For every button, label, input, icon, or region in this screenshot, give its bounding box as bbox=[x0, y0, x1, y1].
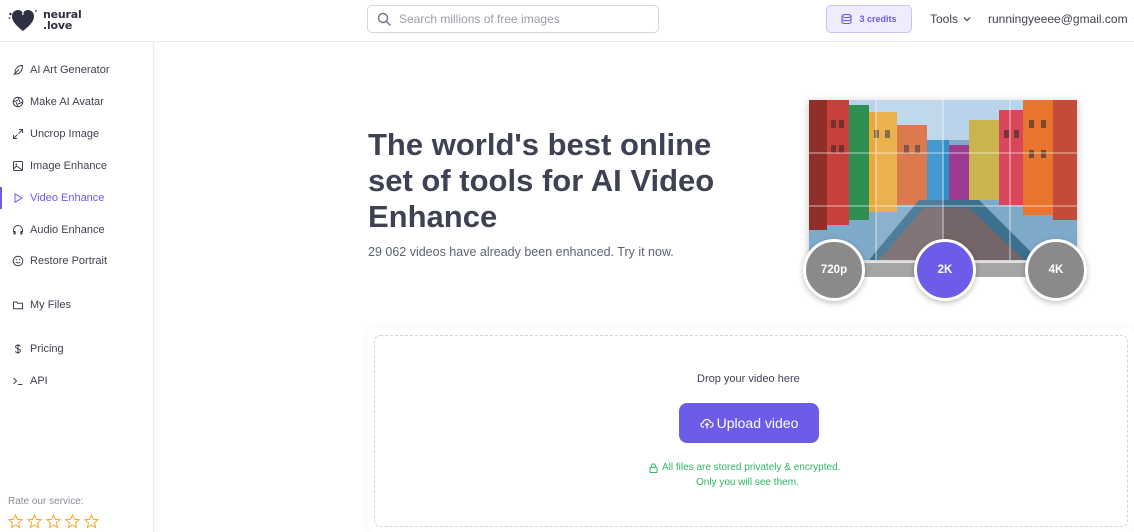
sidebar-item-image-enhance[interactable]: Image Enhance bbox=[0, 155, 153, 177]
rating-stars bbox=[8, 514, 103, 529]
security-note-line-2: Only you will see them. bbox=[696, 477, 799, 488]
canal-town-photo bbox=[809, 100, 1077, 260]
search-input[interactable] bbox=[399, 12, 639, 26]
sidebar-item-label: Restore Portrait bbox=[30, 255, 108, 267]
sidebar: AI Art Generator Make AI Avatar Uncrop I… bbox=[0, 42, 154, 532]
page-subtitle: 29 062 videos have already been enhanced… bbox=[368, 245, 674, 259]
sidebar-item-label: My Files bbox=[30, 299, 71, 311]
aperture-icon bbox=[12, 96, 24, 108]
cloud-upload-icon bbox=[700, 418, 714, 429]
sidebar-item-ai-art-generator[interactable]: AI Art Generator bbox=[0, 59, 153, 81]
star-icon[interactable] bbox=[46, 514, 61, 529]
tools-menu[interactable]: Tools bbox=[930, 12, 971, 26]
security-note-line-1: All files are stored privately & encrypt… bbox=[649, 462, 840, 473]
star-icon[interactable] bbox=[8, 514, 23, 529]
image-icon bbox=[13, 161, 23, 171]
sidebar-item-audio-enhance[interactable]: Audio Enhance bbox=[0, 219, 153, 241]
sidebar-item-label: Image Enhance bbox=[30, 160, 108, 172]
lock-icon bbox=[649, 462, 658, 473]
sidebar-item-label: Make AI Avatar bbox=[30, 96, 104, 108]
upload-button-label: Upload video bbox=[716, 415, 799, 431]
sidebar-item-uncrop-image[interactable]: Uncrop Image bbox=[0, 123, 153, 145]
account-menu[interactable]: runningyeeee@gmail.com bbox=[988, 12, 1134, 26]
expand-icon bbox=[13, 129, 23, 139]
brand-logo[interactable]: neural .love bbox=[8, 7, 82, 33]
credits-label: 3 credits bbox=[859, 14, 897, 24]
heart-logo-icon bbox=[8, 9, 37, 31]
folder-icon bbox=[13, 301, 23, 310]
top-header: neural .love 3 credits Tools runningyeee… bbox=[0, 0, 1134, 42]
sidebar-item-my-files[interactable]: My Files bbox=[0, 294, 153, 316]
chevron-down-icon bbox=[963, 17, 971, 22]
resolution-2k-option[interactable]: 2K bbox=[914, 239, 976, 301]
headphones-icon bbox=[13, 224, 23, 235]
sidebar-item-label: Audio Enhance bbox=[30, 224, 105, 236]
sidebar-item-label: AI Art Generator bbox=[30, 64, 110, 76]
drop-label: Drop your video here bbox=[697, 373, 800, 385]
upload-video-button[interactable]: Upload video bbox=[679, 403, 819, 443]
resolution-720p-option[interactable]: 720p bbox=[803, 239, 865, 301]
sidebar-item-api[interactable]: API bbox=[0, 370, 153, 392]
sidebar-item-label: API bbox=[30, 375, 48, 387]
star-icon[interactable] bbox=[27, 514, 42, 529]
security-note-text-1: All files are stored privately & encrypt… bbox=[662, 462, 841, 473]
brand-line-2: .love bbox=[43, 19, 73, 32]
sidebar-item-make-ai-avatar[interactable]: Make AI Avatar bbox=[0, 91, 153, 113]
credits-button[interactable]: 3 credits bbox=[826, 5, 912, 33]
dollar-icon bbox=[14, 344, 21, 354]
sidebar-item-video-enhance[interactable]: Video Enhance bbox=[0, 187, 153, 209]
sidebar-item-pricing[interactable]: Pricing bbox=[0, 338, 153, 360]
terminal-icon bbox=[13, 377, 23, 385]
star-icon[interactable] bbox=[65, 514, 80, 529]
page-title: The world's best online set of tools for… bbox=[368, 127, 715, 234]
coins-icon bbox=[841, 14, 853, 24]
sidebar-item-label: Pricing bbox=[30, 343, 64, 355]
sidebar-item-label: Video Enhance bbox=[30, 192, 105, 204]
tools-label: Tools bbox=[930, 12, 959, 26]
resolution-4k-option[interactable]: 4K bbox=[1025, 239, 1087, 301]
feather-icon bbox=[13, 64, 24, 76]
smile-icon bbox=[12, 255, 24, 267]
sidebar-item-label: Uncrop Image bbox=[30, 128, 100, 140]
star-icon[interactable] bbox=[84, 514, 99, 529]
search-icon bbox=[377, 12, 391, 26]
rate-label: Rate our service: bbox=[8, 496, 84, 507]
play-icon bbox=[14, 192, 23, 204]
sidebar-item-restore-portrait[interactable]: Restore Portrait bbox=[0, 250, 153, 272]
account-email: runningyeeee@gmail.com bbox=[988, 12, 1128, 26]
resolution-illustration: 720p 2K 4K bbox=[803, 98, 1089, 303]
search-box[interactable] bbox=[367, 5, 659, 33]
